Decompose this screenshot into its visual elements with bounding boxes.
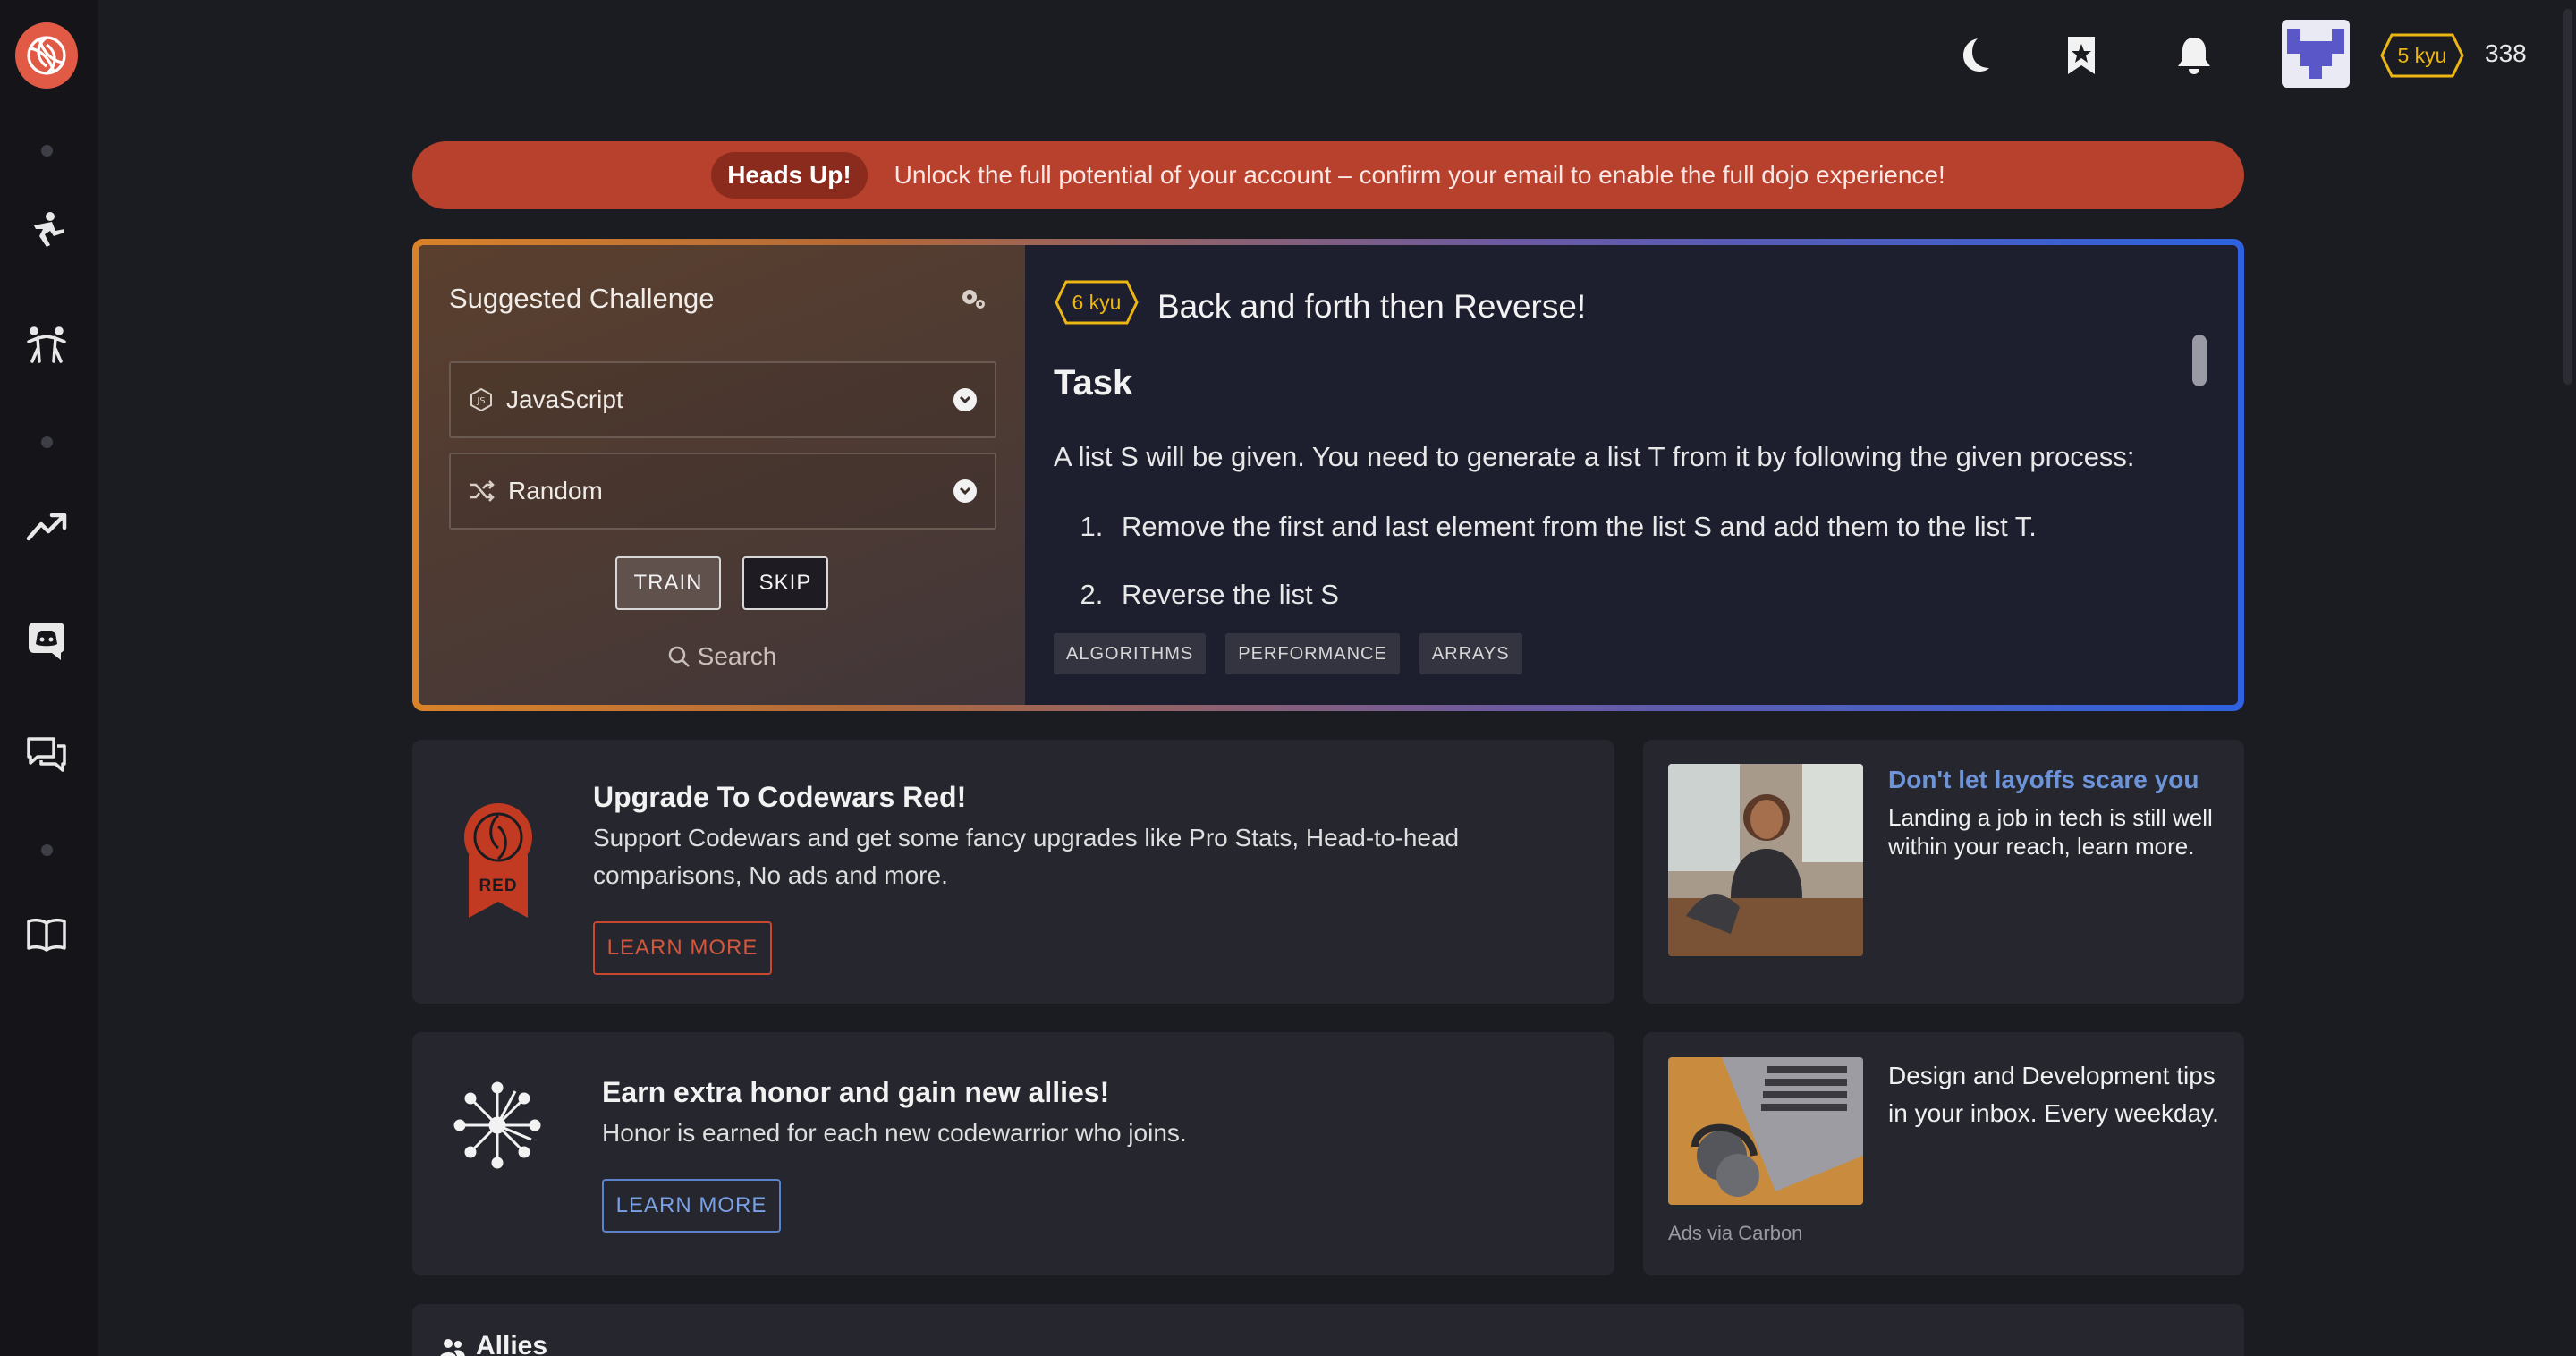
honor-score: 338: [2485, 39, 2527, 67]
shuffle-icon: [470, 480, 495, 502]
sidebar-divider-dot: [41, 844, 53, 856]
identicon-avatar-icon: [2287, 29, 2344, 79]
red-promo-text: Support Codewars and get some fancy upgr…: [593, 824, 1460, 889]
strategy-value: Random: [508, 477, 603, 504]
practice-kick-icon[interactable]: [21, 206, 72, 256]
search-icon: [668, 646, 690, 667]
bookmark-star-icon[interactable]: [2051, 25, 2112, 86]
allies-promo-text: Honor is earned for each new codewarrior…: [602, 1119, 1187, 1147]
kata-tag[interactable]: PERFORMANCE: [1225, 633, 1400, 674]
red-badge-icon: [464, 803, 532, 918]
language-value: JavaScript: [506, 386, 623, 413]
ads-via-carbon-link[interactable]: Ads via Carbon: [1668, 1222, 1802, 1245]
kata-step: Reverse the list S: [1111, 579, 2181, 611]
search-link[interactable]: Search: [419, 642, 1025, 671]
allies-promo-title: Earn extra honor and gain new allies!: [602, 1076, 1110, 1108]
kata-section-heading: Task: [1054, 363, 1133, 403]
challenge-filters: Suggested Challenge JS JavaScript Random…: [419, 245, 1025, 705]
codewars-logo[interactable]: [15, 22, 78, 89]
svg-text:JS: JS: [476, 396, 485, 406]
carbon-ad-text[interactable]: Design and Development tips in your inbo…: [1888, 1057, 2228, 1132]
rank-badge[interactable]: 5 kyu: [2379, 32, 2465, 79]
confirm-email-banner: Heads Up! Unlock the full potential of y…: [412, 141, 2244, 209]
allies-heading: Allies: [476, 1331, 548, 1356]
settings-gear-icon[interactable]: [957, 283, 989, 315]
page-scrollbar[interactable]: [2560, 0, 2576, 394]
bell-icon[interactable]: [2164, 25, 2224, 86]
leaderboard-trend-icon[interactable]: [21, 501, 72, 551]
javascript-icon: JS: [470, 387, 492, 412]
red-badge-label: RED: [479, 877, 518, 895]
red-learn-more-button[interactable]: LEARN MORE: [593, 921, 772, 975]
red-promo-title: Upgrade To Codewars Red!: [593, 781, 967, 813]
kata-tags: ALGORITHMS PERFORMANCE ARRAYS: [1054, 633, 1522, 674]
kata-title[interactable]: Back and forth then Reverse!: [1157, 288, 1586, 326]
user-avatar[interactable]: [2282, 20, 2350, 88]
train-button[interactable]: TRAIN: [615, 556, 721, 610]
chevron-down-icon: [953, 388, 977, 411]
ad-image-laptop[interactable]: [1668, 1057, 1863, 1205]
allies-learn-more-button[interactable]: LEARN MORE: [602, 1179, 781, 1233]
moon-icon[interactable]: [1943, 25, 2004, 86]
description-scrollbar[interactable]: [2192, 335, 2207, 386]
banner-message[interactable]: Unlock the full potential of your accoun…: [894, 161, 1945, 190]
red-ribbon-badge: RED: [460, 801, 537, 920]
kata-rank-label: 6 kyu: [1072, 291, 1122, 314]
forum-chat-icon[interactable]: [21, 730, 72, 780]
kata-step: Remove the first and last element from t…: [1111, 511, 2181, 543]
docs-book-icon[interactable]: [21, 909, 72, 959]
kata-tag[interactable]: ARRAYS: [1419, 633, 1522, 674]
kata-intro: A list S will be given. You need to gene…: [1054, 441, 2135, 472]
allies-promo: [412, 1032, 1614, 1275]
sidebar: [0, 0, 98, 1356]
kata-rank-badge: 6 kyu: [1054, 279, 1140, 326]
allies-section: [412, 1304, 2244, 1356]
heads-up-pill: Heads Up!: [711, 152, 868, 199]
dojo-fighters-icon[interactable]: [21, 320, 72, 370]
kata-tag[interactable]: ALGORITHMS: [1054, 633, 1207, 674]
ad-headline-link[interactable]: Don't let layoffs scare you: [1888, 766, 2199, 794]
suggested-challenge-heading: Suggested Challenge: [449, 283, 715, 314]
network-burst-icon: [453, 1081, 542, 1170]
discord-icon[interactable]: [21, 615, 72, 665]
ad-image-interview[interactable]: [1668, 764, 1863, 956]
search-label: Search: [697, 642, 777, 670]
sidebar-divider-dot: [41, 145, 53, 157]
language-select[interactable]: JS JavaScript: [449, 361, 996, 438]
strategy-select[interactable]: Random: [449, 453, 996, 530]
codewars-logo-icon: [27, 36, 66, 75]
ad-description[interactable]: Landing a job in tech is still well with…: [1888, 803, 2228, 860]
sidebar-divider-dot: [41, 436, 53, 448]
chevron-down-icon: [953, 479, 977, 503]
allies-users-icon: [440, 1338, 465, 1356]
rank-label: 5 kyu: [2397, 44, 2447, 67]
kata-description: Task A list S will be given. You need to…: [1054, 363, 2181, 623]
suggested-challenge-panel: Suggested Challenge JS JavaScript Random…: [412, 239, 2244, 711]
skip-button[interactable]: SKIP: [742, 556, 828, 610]
